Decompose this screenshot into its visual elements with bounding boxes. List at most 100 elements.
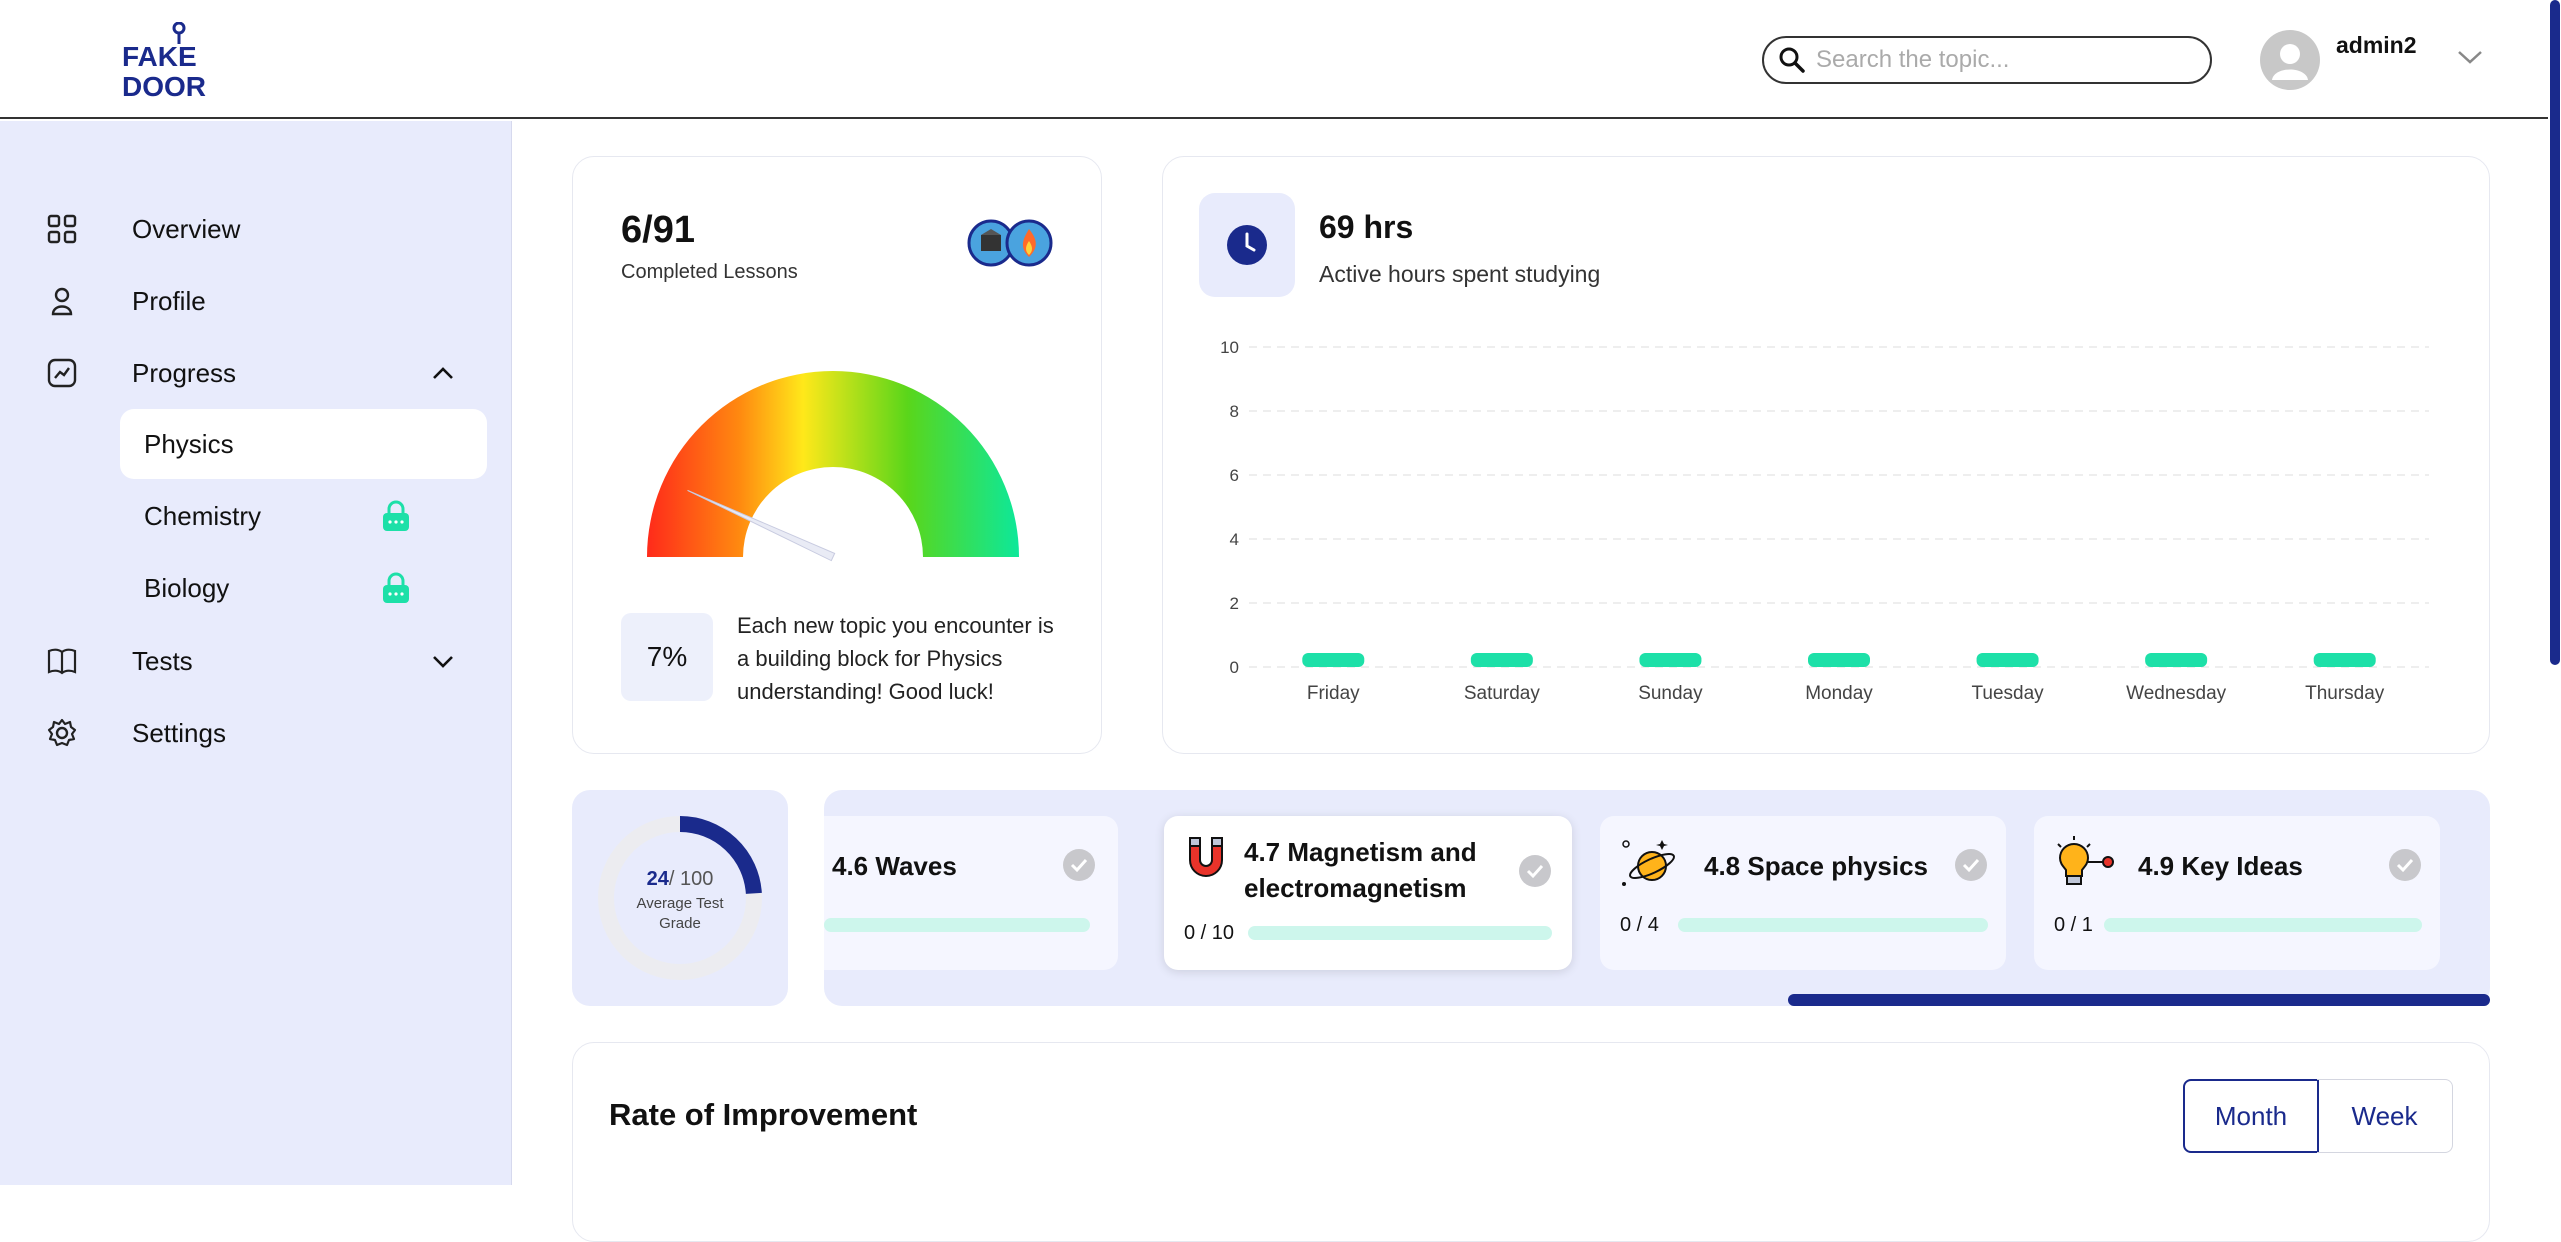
lessons-label: Completed Lessons — [621, 261, 798, 283]
grade-value: 24/ 100 — [646, 868, 714, 890]
topic-count: 0 / 1 — [2054, 914, 2093, 936]
chevron-down-icon[interactable] — [2456, 48, 2484, 66]
sidebar-item-label: Settings — [132, 717, 226, 748]
topic-title: 4.6 Waves — [832, 851, 957, 881]
chart-bar[interactable] — [1639, 653, 1702, 667]
topic-progress-bar — [824, 918, 1090, 932]
progress-gauge — [647, 371, 1019, 562]
topics-carousel[interactable]: 4.6 Waves 4.7 Magnetism and electromagne… — [824, 790, 2490, 1006]
encouragement-text: Each new topic you encounter is a buildi… — [737, 613, 1054, 704]
avatar[interactable] — [2260, 30, 2320, 90]
month-toggle-button[interactable]: Month — [2183, 1079, 2319, 1153]
chart-bar[interactable] — [1808, 653, 1870, 667]
chart-bar[interactable] — [1976, 653, 2039, 667]
chevron-up-icon[interactable] — [430, 364, 456, 382]
book-icon — [47, 648, 77, 675]
topic-card-key-ideas[interactable]: 4.9 Key Ideas 0 / 1 — [2034, 816, 2440, 970]
lessons-count: 6/91 — [621, 209, 695, 251]
topic-progress-bar — [2104, 918, 2422, 932]
y-tick-label: 10 — [1220, 338, 1239, 357]
gear-icon — [47, 718, 77, 747]
percent-badge: 7% — [621, 613, 713, 701]
x-tick-label: Saturday — [1464, 683, 1541, 704]
y-tick-label: 6 — [1230, 466, 1239, 485]
clock-icon — [1227, 225, 1267, 265]
carousel-scrollbar[interactable] — [1788, 994, 2490, 1006]
chart-bar[interactable] — [2313, 653, 2376, 667]
sidebar-subitem-label: Chemistry — [144, 500, 262, 531]
search-input[interactable] — [1816, 46, 2196, 74]
topic-progress-bar — [1248, 926, 1552, 940]
username: admin2 — [2336, 32, 2417, 58]
check-circle-icon — [1063, 849, 1095, 881]
chart-bar[interactable] — [1470, 653, 1533, 667]
sidebar: Overview Profile Progress Physics Chemis… — [0, 121, 512, 1185]
topic-card-magnetism[interactable]: 4.7 Magnetism and electromagnetism 0 / 1… — [1164, 816, 1572, 970]
topic-title: 4.9 Key Ideas — [2138, 851, 2303, 881]
magnet-icon — [1189, 837, 1223, 877]
user-avatar-icon — [2272, 44, 2308, 80]
user-icon — [51, 287, 73, 316]
lock-icon — [383, 500, 409, 531]
sidebar-subitem-label: Biology — [144, 572, 230, 603]
chart-bar[interactable] — [1302, 653, 1365, 667]
topic-card-space-physics[interactable]: 4.8 Space physics 0 / 4 — [1600, 816, 2006, 970]
sidebar-item-label: Profile — [132, 285, 206, 316]
x-tick-label: Thursday — [2305, 683, 2385, 704]
fake-door-logo[interactable]: FAKE DOOR — [122, 21, 214, 102]
grade-label: Average Test Grade — [636, 895, 724, 932]
topic-progress-bar — [1678, 918, 1988, 932]
sidebar-subitem-physics[interactable]: Physics — [120, 409, 487, 479]
check-circle-icon — [1955, 849, 1987, 881]
x-tick-label: Tuesday — [1971, 683, 2044, 704]
svg-text:DOOR: DOOR — [122, 71, 206, 100]
hours-value: 69 hrs — [1319, 209, 1414, 245]
x-tick-label: Wednesday — [2126, 683, 2226, 704]
y-tick-label: 2 — [1230, 594, 1239, 613]
x-tick-label: Monday — [1805, 683, 1873, 704]
clock-badge — [1199, 193, 1295, 297]
topic-title: 4.8 Space physics — [1704, 851, 1929, 881]
section-title: Rate of Improvement — [609, 1097, 918, 1132]
chart-bar[interactable] — [2145, 653, 2208, 667]
hours-label: Active hours spent studying — [1319, 261, 1601, 287]
sidebar-item-tests[interactable]: Tests — [0, 631, 512, 691]
lightbulb-icon — [2057, 836, 2114, 885]
x-tick-label: Friday — [1307, 683, 1360, 704]
search-box[interactable] — [1762, 36, 2212, 84]
lock-icon — [383, 572, 409, 603]
y-tick-label: 0 — [1230, 658, 1239, 677]
rate-of-improvement-card: Rate of Improvement Month Week — [572, 1042, 2490, 1242]
search-icon — [1779, 47, 1805, 73]
week-toggle-button[interactable]: Week — [2317, 1079, 2453, 1153]
topic-count: 0 / 4 — [1620, 914, 1659, 936]
sidebar-item-label: Overview — [132, 213, 241, 244]
topic-count: 0 / 10 — [1184, 922, 1235, 944]
activity-bar-chart: 0 2 4 6 8 10 Friday Saturday Sunday Monday Tuesday… — [1220, 338, 2429, 704]
sidebar-subitem-label: Physics — [144, 428, 234, 459]
chart-icon — [47, 358, 77, 388]
achievement-badges[interactable] — [967, 217, 1057, 269]
y-tick-label: 4 — [1230, 530, 1239, 549]
grid-icon — [47, 214, 77, 244]
sidebar-item-label: Progress — [132, 357, 237, 388]
x-tick-label: Sunday — [1638, 683, 1703, 704]
topic-title: 4.7 Magnetism and electromagnetism — [1244, 837, 1477, 903]
active-hours-card: 69 hrs Active hours spent studying 0 2 4 6 8… — [1162, 156, 2490, 754]
sidebar-subitem-chemistry[interactable]: Chemistry — [120, 481, 487, 551]
y-tick-label: 8 — [1230, 402, 1239, 421]
completed-lessons-card: 6/91 Completed Lessons 7% Each new topic… — [572, 156, 1102, 754]
page-scrollbar-thumb[interactable] — [2550, 0, 2560, 665]
sidebar-item-settings[interactable]: Settings — [0, 703, 512, 763]
top-header: FAKE DOOR admin2 — [0, 0, 2548, 119]
sidebar-item-profile[interactable]: Profile — [0, 271, 512, 331]
planet-icon — [1622, 840, 1675, 886]
sidebar-subitem-biology[interactable]: Biology — [120, 553, 487, 623]
topic-card-waves[interactable]: 4.6 Waves — [824, 816, 1118, 970]
chevron-down-icon[interactable] — [430, 652, 456, 670]
sidebar-item-label: Tests — [132, 645, 193, 676]
average-grade-card: 24/ 100 Average Test Grade — [572, 790, 788, 1006]
sidebar-item-progress[interactable]: Progress — [0, 343, 512, 403]
check-circle-icon — [1519, 855, 1551, 887]
sidebar-item-overview[interactable]: Overview — [0, 199, 512, 259]
